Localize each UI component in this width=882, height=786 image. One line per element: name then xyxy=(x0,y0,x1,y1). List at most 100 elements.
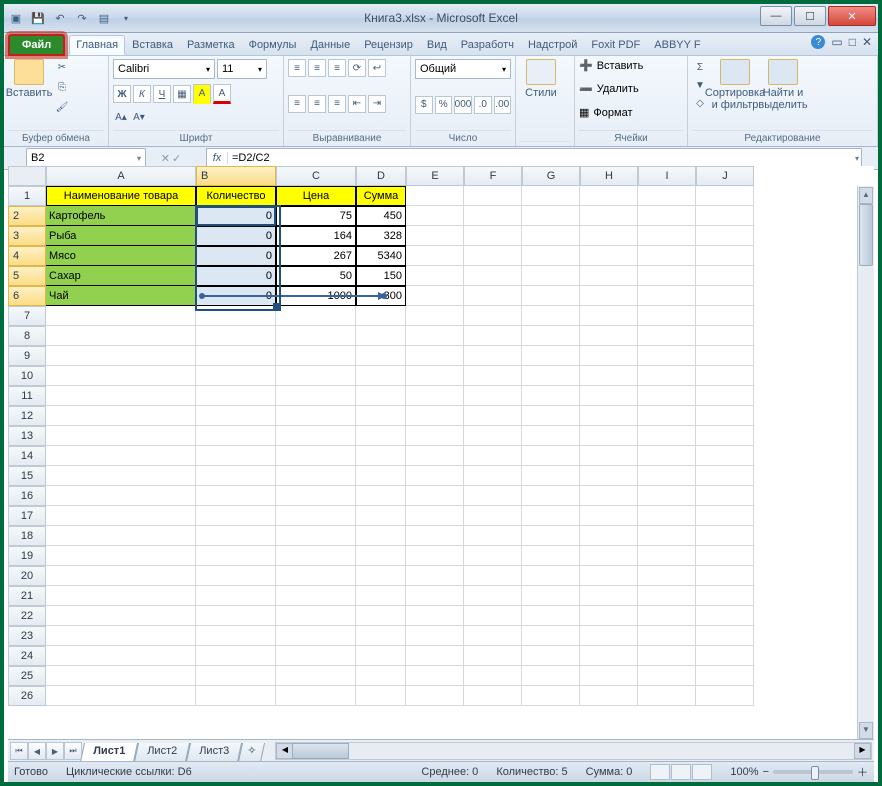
cell[interactable] xyxy=(696,606,754,626)
tab-layout[interactable]: Разметка xyxy=(180,35,242,55)
cell[interactable] xyxy=(696,686,754,706)
cell[interactable] xyxy=(406,226,464,246)
tab-formulas[interactable]: Формулы xyxy=(242,35,304,55)
cell[interactable]: 0 xyxy=(196,206,276,226)
cell[interactable] xyxy=(580,526,638,546)
cell[interactable] xyxy=(522,346,580,366)
cell[interactable]: 50 xyxy=(276,266,356,286)
cell[interactable] xyxy=(276,446,356,466)
cell[interactable] xyxy=(522,586,580,606)
cell[interactable] xyxy=(356,306,406,326)
cell[interactable] xyxy=(580,346,638,366)
row-header[interactable]: 18 xyxy=(8,526,46,546)
cell[interactable] xyxy=(638,206,696,226)
cell[interactable] xyxy=(464,266,522,286)
paste-button[interactable]: Вставить xyxy=(8,59,50,115)
cell[interactable] xyxy=(464,386,522,406)
cell[interactable] xyxy=(46,666,196,686)
cell[interactable] xyxy=(638,466,696,486)
cell[interactable] xyxy=(464,206,522,226)
cell[interactable] xyxy=(406,486,464,506)
cell[interactable] xyxy=(406,586,464,606)
cut-icon[interactable]: ✂ xyxy=(54,59,70,75)
percent-icon[interactable]: % xyxy=(435,96,453,114)
cell[interactable] xyxy=(356,566,406,586)
cell[interactable] xyxy=(46,626,196,646)
horizontal-scrollbar[interactable]: ◀ ▶ xyxy=(275,742,872,760)
number-format-select[interactable]: Общий▾ xyxy=(415,59,511,79)
tab-home[interactable]: Главная xyxy=(69,35,125,55)
cell[interactable] xyxy=(276,666,356,686)
zoom-control[interactable]: 100% − ＋ xyxy=(730,764,868,780)
cell[interactable] xyxy=(276,546,356,566)
cell[interactable]: 0 xyxy=(196,246,276,266)
row-header[interactable]: 11 xyxy=(8,386,46,406)
cell[interactable] xyxy=(46,646,196,666)
scroll-left-icon[interactable]: ◀ xyxy=(276,743,293,759)
formula-input[interactable]: =D2/C2 xyxy=(228,152,270,164)
cell[interactable]: 75 xyxy=(276,206,356,226)
cell[interactable] xyxy=(356,606,406,626)
cell[interactable] xyxy=(580,286,638,306)
row-header[interactable]: 21 xyxy=(8,586,46,606)
cell[interactable] xyxy=(696,286,754,306)
cell[interactable] xyxy=(356,366,406,386)
cell[interactable] xyxy=(696,586,754,606)
cell[interactable] xyxy=(406,326,464,346)
row-header[interactable]: 7 xyxy=(8,306,46,326)
row-header[interactable]: 22 xyxy=(8,606,46,626)
cell[interactable] xyxy=(276,486,356,506)
cell[interactable] xyxy=(464,646,522,666)
cell[interactable] xyxy=(580,546,638,566)
cell[interactable] xyxy=(522,606,580,626)
cell[interactable] xyxy=(276,426,356,446)
cell[interactable] xyxy=(46,606,196,626)
underline-button[interactable]: Ч xyxy=(153,85,171,103)
cell[interactable] xyxy=(696,226,754,246)
cell[interactable] xyxy=(406,386,464,406)
row-header[interactable]: 15 xyxy=(8,466,46,486)
copy-icon[interactable]: ⎘ xyxy=(54,79,70,95)
cell[interactable] xyxy=(356,526,406,546)
qat-dropdown-icon[interactable]: ▾ xyxy=(116,8,136,28)
font-color-button[interactable]: A xyxy=(213,84,231,104)
cell[interactable] xyxy=(696,386,754,406)
cell[interactable] xyxy=(406,446,464,466)
cell[interactable] xyxy=(696,246,754,266)
cell[interactable] xyxy=(464,626,522,646)
sheet-tab-3[interactable]: Лист3 xyxy=(186,743,242,762)
cell[interactable] xyxy=(696,326,754,346)
cell[interactable] xyxy=(406,346,464,366)
cell[interactable] xyxy=(196,406,276,426)
cell[interactable]: Мясо xyxy=(46,246,196,266)
tab-foxit[interactable]: Foxit PDF xyxy=(584,35,647,55)
cell[interactable] xyxy=(522,566,580,586)
cell[interactable] xyxy=(638,626,696,646)
cell[interactable] xyxy=(196,546,276,566)
cell[interactable]: Чай xyxy=(46,286,196,306)
cell[interactable] xyxy=(464,186,522,206)
cell[interactable]: 0 xyxy=(196,266,276,286)
cell[interactable] xyxy=(522,286,580,306)
cell[interactable] xyxy=(522,326,580,346)
cell[interactable] xyxy=(638,646,696,666)
cell[interactable] xyxy=(276,526,356,546)
cell[interactable] xyxy=(356,586,406,606)
view-pagebreak-icon[interactable] xyxy=(692,764,712,780)
cell[interactable] xyxy=(464,586,522,606)
cell[interactable] xyxy=(46,526,196,546)
cell[interactable] xyxy=(464,446,522,466)
cell[interactable] xyxy=(356,646,406,666)
format-button[interactable]: Формат xyxy=(593,107,632,119)
cell[interactable] xyxy=(406,426,464,446)
cell[interactable] xyxy=(46,426,196,446)
sheet-prev-icon[interactable]: ◀ xyxy=(28,742,46,760)
col-header-e[interactable]: E xyxy=(406,166,464,186)
cell[interactable] xyxy=(356,386,406,406)
cell[interactable] xyxy=(696,266,754,286)
select-all-corner[interactable] xyxy=(8,166,46,186)
cell[interactable] xyxy=(46,446,196,466)
sort-filter-button[interactable]: Сортировка и фильтр xyxy=(714,59,756,111)
indent-dec-icon[interactable]: ⇤ xyxy=(348,95,366,113)
cell[interactable] xyxy=(638,666,696,686)
